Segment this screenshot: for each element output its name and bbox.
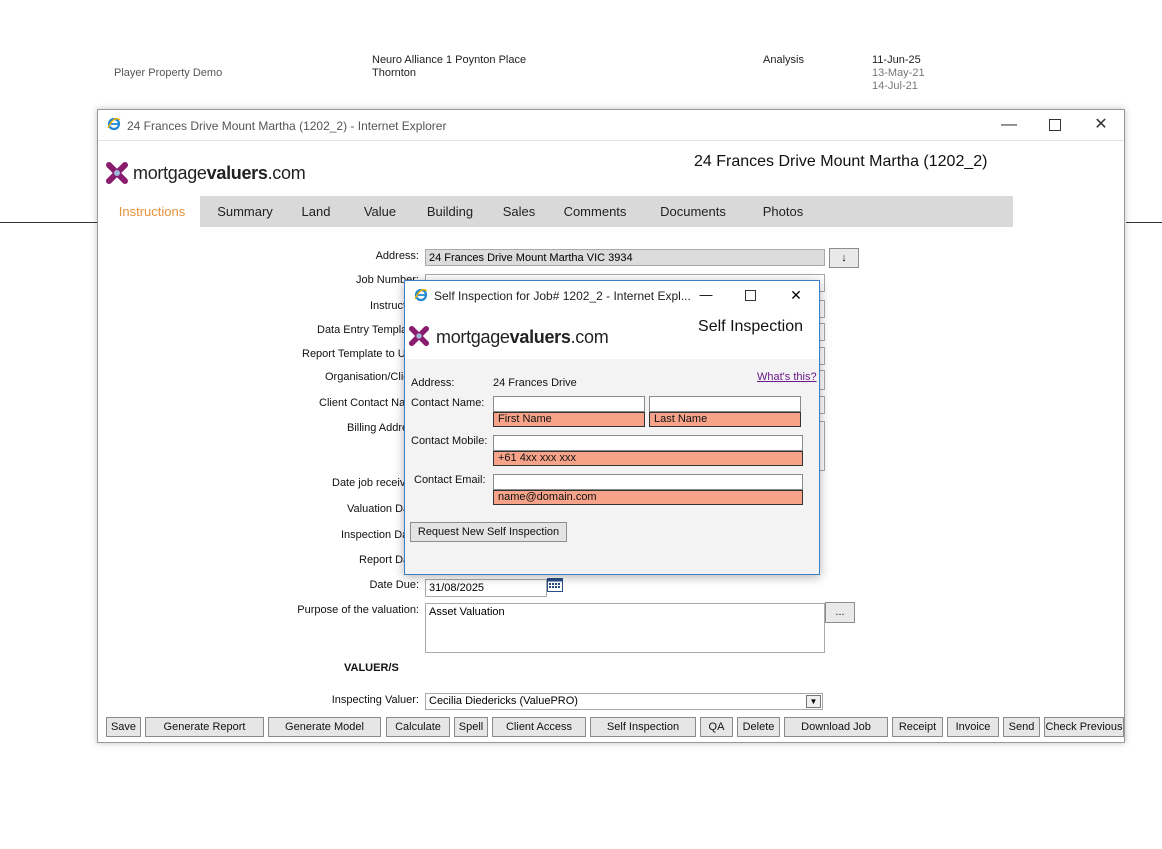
email-hint: name@domain.com [493,490,803,505]
popup-address-value: 24 Frances Drive [493,377,577,389]
tab-comments[interactable]: Comments [560,196,630,227]
bg-date1: 11-Jun-25 [872,54,921,66]
client-access-button[interactable]: Client Access [492,717,586,737]
tab-value[interactable]: Value [358,196,402,227]
date-due-label: Date Due: [369,579,419,591]
logo-mark-icon [409,326,429,346]
purpose-field[interactable]: Asset Valuation [425,603,825,653]
bg-divider-right [1126,222,1162,223]
qa-button[interactable]: QA [700,717,733,737]
valuers-heading: VALUER/S [344,662,399,674]
bg-divider-left [0,222,97,223]
report-date-label: Report Da [359,554,410,566]
popup-header: mortgagevaluers.com Self Inspection [405,309,819,359]
inspecting-valuer-label: Inspecting Valuer: [331,694,419,706]
address-label: Address: [375,250,419,262]
chevron-down-icon[interactable]: ▼ [806,695,821,708]
tab-documents[interactable]: Documents [655,196,731,227]
bg-property-name: Player Property Demo [114,67,223,79]
bg-date2: 13-May-21 [872,67,925,79]
ie-icon [414,288,428,302]
contact-email-input[interactable] [493,474,803,490]
billing-address-label: Billing Addre [347,422,409,434]
popup-close-icon[interactable]: ✕ [785,284,807,306]
check-previous-button[interactable]: Check Previous [1044,717,1124,737]
tab-land[interactable]: Land [294,196,338,227]
report-template-label: Report Template to U [302,348,406,360]
last-name-input[interactable] [649,396,801,412]
receipt-button[interactable]: Receipt [892,717,943,737]
first-name-hint: First Name [493,412,645,427]
main-titlebar[interactable]: 24 Frances Drive Mount Martha (1202_2) -… [98,110,1124,141]
tab-photos[interactable]: Photos [758,196,808,227]
purpose-more-button[interactable]: ... [825,602,855,623]
tab-summary[interactable]: Summary [210,196,280,227]
main-window-title: 24 Frances Drive Mount Martha (1202_2) -… [127,119,447,133]
inspecting-valuer-value: Cecilia Diedericks (ValuePRO) [429,695,578,707]
popup-address-label: Address: [411,377,455,389]
popup-titlebar[interactable]: Self Inspection for Job# 1202_2 - Intern… [405,281,819,309]
popup-window-title: Self Inspection for Job# 1202_2 - Intern… [434,289,691,303]
generate-model-button[interactable]: Generate Model [268,717,381,737]
minimize-icon[interactable]: — [986,110,1032,140]
logo-mark-icon [106,162,128,184]
self-inspection-window: Self Inspection for Job# 1202_2 - Intern… [404,280,820,575]
maximize-icon[interactable] [1032,110,1078,140]
generate-report-button[interactable]: Generate Report [145,717,264,737]
popup-maximize-icon[interactable] [739,284,761,306]
self-inspection-button[interactable]: Self Inspection [590,717,696,737]
popup-logo: mortgagevaluers.com [436,327,609,347]
tab-building[interactable]: Building [420,196,480,227]
bg-type: Analysis [763,54,804,66]
save-button[interactable]: Save [106,717,141,737]
valuation-date-label: Valuation Da [347,503,410,515]
whats-this-link[interactable]: What's this? [757,371,817,383]
bg-date3: 14-Jul-21 [872,80,918,92]
download-job-button[interactable]: Download Job [784,717,888,737]
bg-address-line1: Neuro Alliance 1 Poynton Place [372,54,527,66]
inspection-date-label: Inspection Da [341,529,409,541]
page-title: 24 Frances Drive Mount Martha (1202_2) [694,153,988,170]
spell-button[interactable]: Spell [454,717,488,737]
popup-minimize-icon[interactable]: — [695,284,717,306]
organisation-label: Organisation/Clie [325,371,410,383]
ie-icon [107,117,121,131]
close-icon[interactable]: ✕ [1078,110,1124,140]
contact-name-label: Contact Name: [411,397,485,409]
tab-instructions[interactable]: Instructions [104,196,200,227]
logo: mortgagevaluers.com [133,163,306,183]
address-lookup-button[interactable]: ↓ [829,248,859,268]
purpose-label: Purpose of the valuation: [297,604,419,616]
invoice-button[interactable]: Invoice [947,717,999,737]
inspecting-valuer-select[interactable]: Cecilia Diedericks (ValuePRO) ▼ [425,693,823,710]
contact-mobile-label: Contact Mobile: [411,435,488,447]
mobile-hint: +61 4xx xxx xxx [493,451,803,466]
calculate-button[interactable]: Calculate [386,717,450,737]
contact-email-label: Contact Email: [414,474,486,486]
tab-sales[interactable]: Sales [497,196,541,227]
send-button[interactable]: Send [1003,717,1040,737]
contact-mobile-input[interactable] [493,435,803,451]
date-due-field[interactable]: 31/08/2025 [425,579,547,597]
last-name-hint: Last Name [649,412,801,427]
date-job-received-label: Date job receiv [332,477,406,489]
popup-title: Self Inspection [698,318,803,335]
client-contact-label: Client Contact Nar [319,397,409,409]
calendar-icon[interactable] [547,577,563,592]
first-name-input[interactable] [493,396,645,412]
tab-bar: Instructions Summary Land Value Building… [104,196,1013,227]
address-field[interactable]: 24 Frances Drive Mount Martha VIC 3934 [425,249,825,266]
delete-button[interactable]: Delete [737,717,780,737]
data-entry-template-label: Data Entry Template [317,324,417,336]
request-self-inspection-button[interactable]: Request New Self Inspection [410,522,567,542]
bg-address-line2: Thornton [372,67,417,79]
